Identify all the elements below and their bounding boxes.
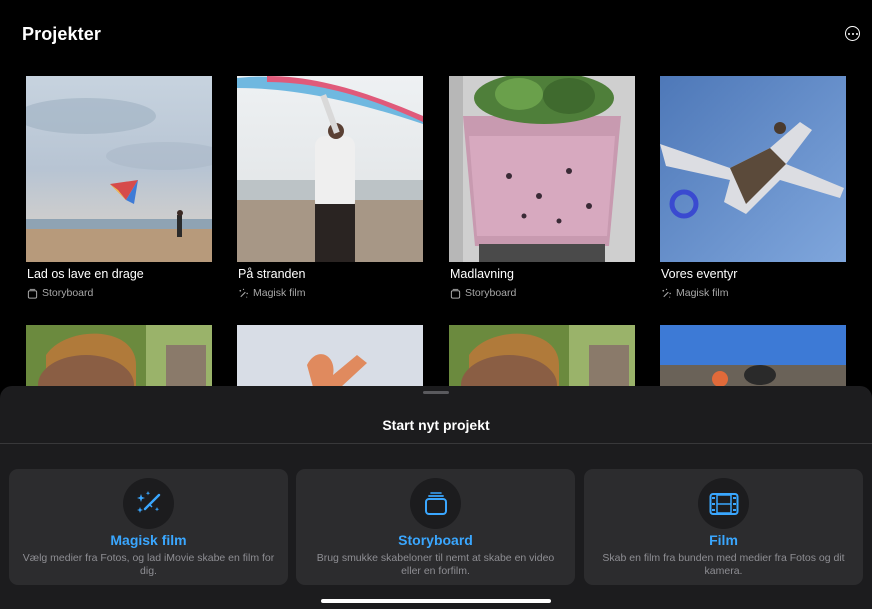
option-label: Storyboard (398, 532, 473, 548)
project-title: Lad os lave en drage (27, 267, 144, 281)
project-thumbnail[interactable] (237, 76, 423, 262)
project-thumbnail[interactable] (26, 76, 212, 262)
project-title: Vores eventyr (661, 267, 738, 281)
ellipsis-circle-icon[interactable] (845, 26, 860, 41)
project-type: Magisk film (661, 287, 729, 299)
option-description: Skab en film fra bunden med medier fra F… (602, 552, 845, 577)
divider (0, 443, 872, 444)
page-title: Projekter (22, 24, 101, 44)
storyboard-icon (450, 288, 461, 299)
storyboard-option[interactable]: Storyboard Brug smukke skabeloner til ne… (296, 469, 575, 585)
magic-wand-icon (662, 288, 671, 298)
option-icon-circle (410, 478, 461, 529)
option-label: Magisk film (110, 532, 187, 548)
film-option[interactable]: Film Skab en film fra bunden med medier … (584, 469, 863, 585)
film-icon (709, 492, 738, 515)
project-type: Storyboard (27, 287, 93, 299)
option-icon-circle (698, 478, 749, 529)
project-type-label: Storyboard (42, 287, 94, 299)
magic-movie-option[interactable]: Magisk film Vælg medier fra Fotos, og la… (9, 469, 288, 585)
new-project-sheet: Start nyt projekt Magisk film Vælg medie… (0, 386, 872, 609)
storyboard-icon (424, 491, 447, 515)
magic-wand-icon (239, 288, 248, 298)
projects-screen: Projekter Lad os lave en drage Storyboar… (0, 0, 872, 609)
project-title: Madlavning (450, 267, 514, 281)
magic-wand-icon (136, 490, 160, 513)
option-label: Film (709, 532, 738, 548)
project-thumbnail[interactable] (660, 76, 846, 262)
home-indicator[interactable] (321, 599, 551, 603)
project-type-label: Storyboard (465, 287, 517, 299)
project-thumbnail[interactable] (449, 76, 635, 262)
project-type: Storyboard (450, 287, 516, 299)
project-type: Magisk film (238, 287, 306, 299)
option-description: Vælg medier fra Fotos, og lad iMovie ska… (22, 552, 275, 577)
sheet-grabber[interactable] (423, 391, 449, 394)
option-icon-circle (123, 478, 174, 529)
storyboard-icon (27, 288, 38, 299)
option-description: Brug smukke skabeloner til nemt at skabe… (316, 552, 555, 577)
project-type-label: Magisk film (253, 287, 306, 299)
sheet-title: Start nyt projekt (382, 417, 490, 433)
project-type-label: Magisk film (676, 287, 729, 299)
project-title: På stranden (238, 267, 306, 281)
